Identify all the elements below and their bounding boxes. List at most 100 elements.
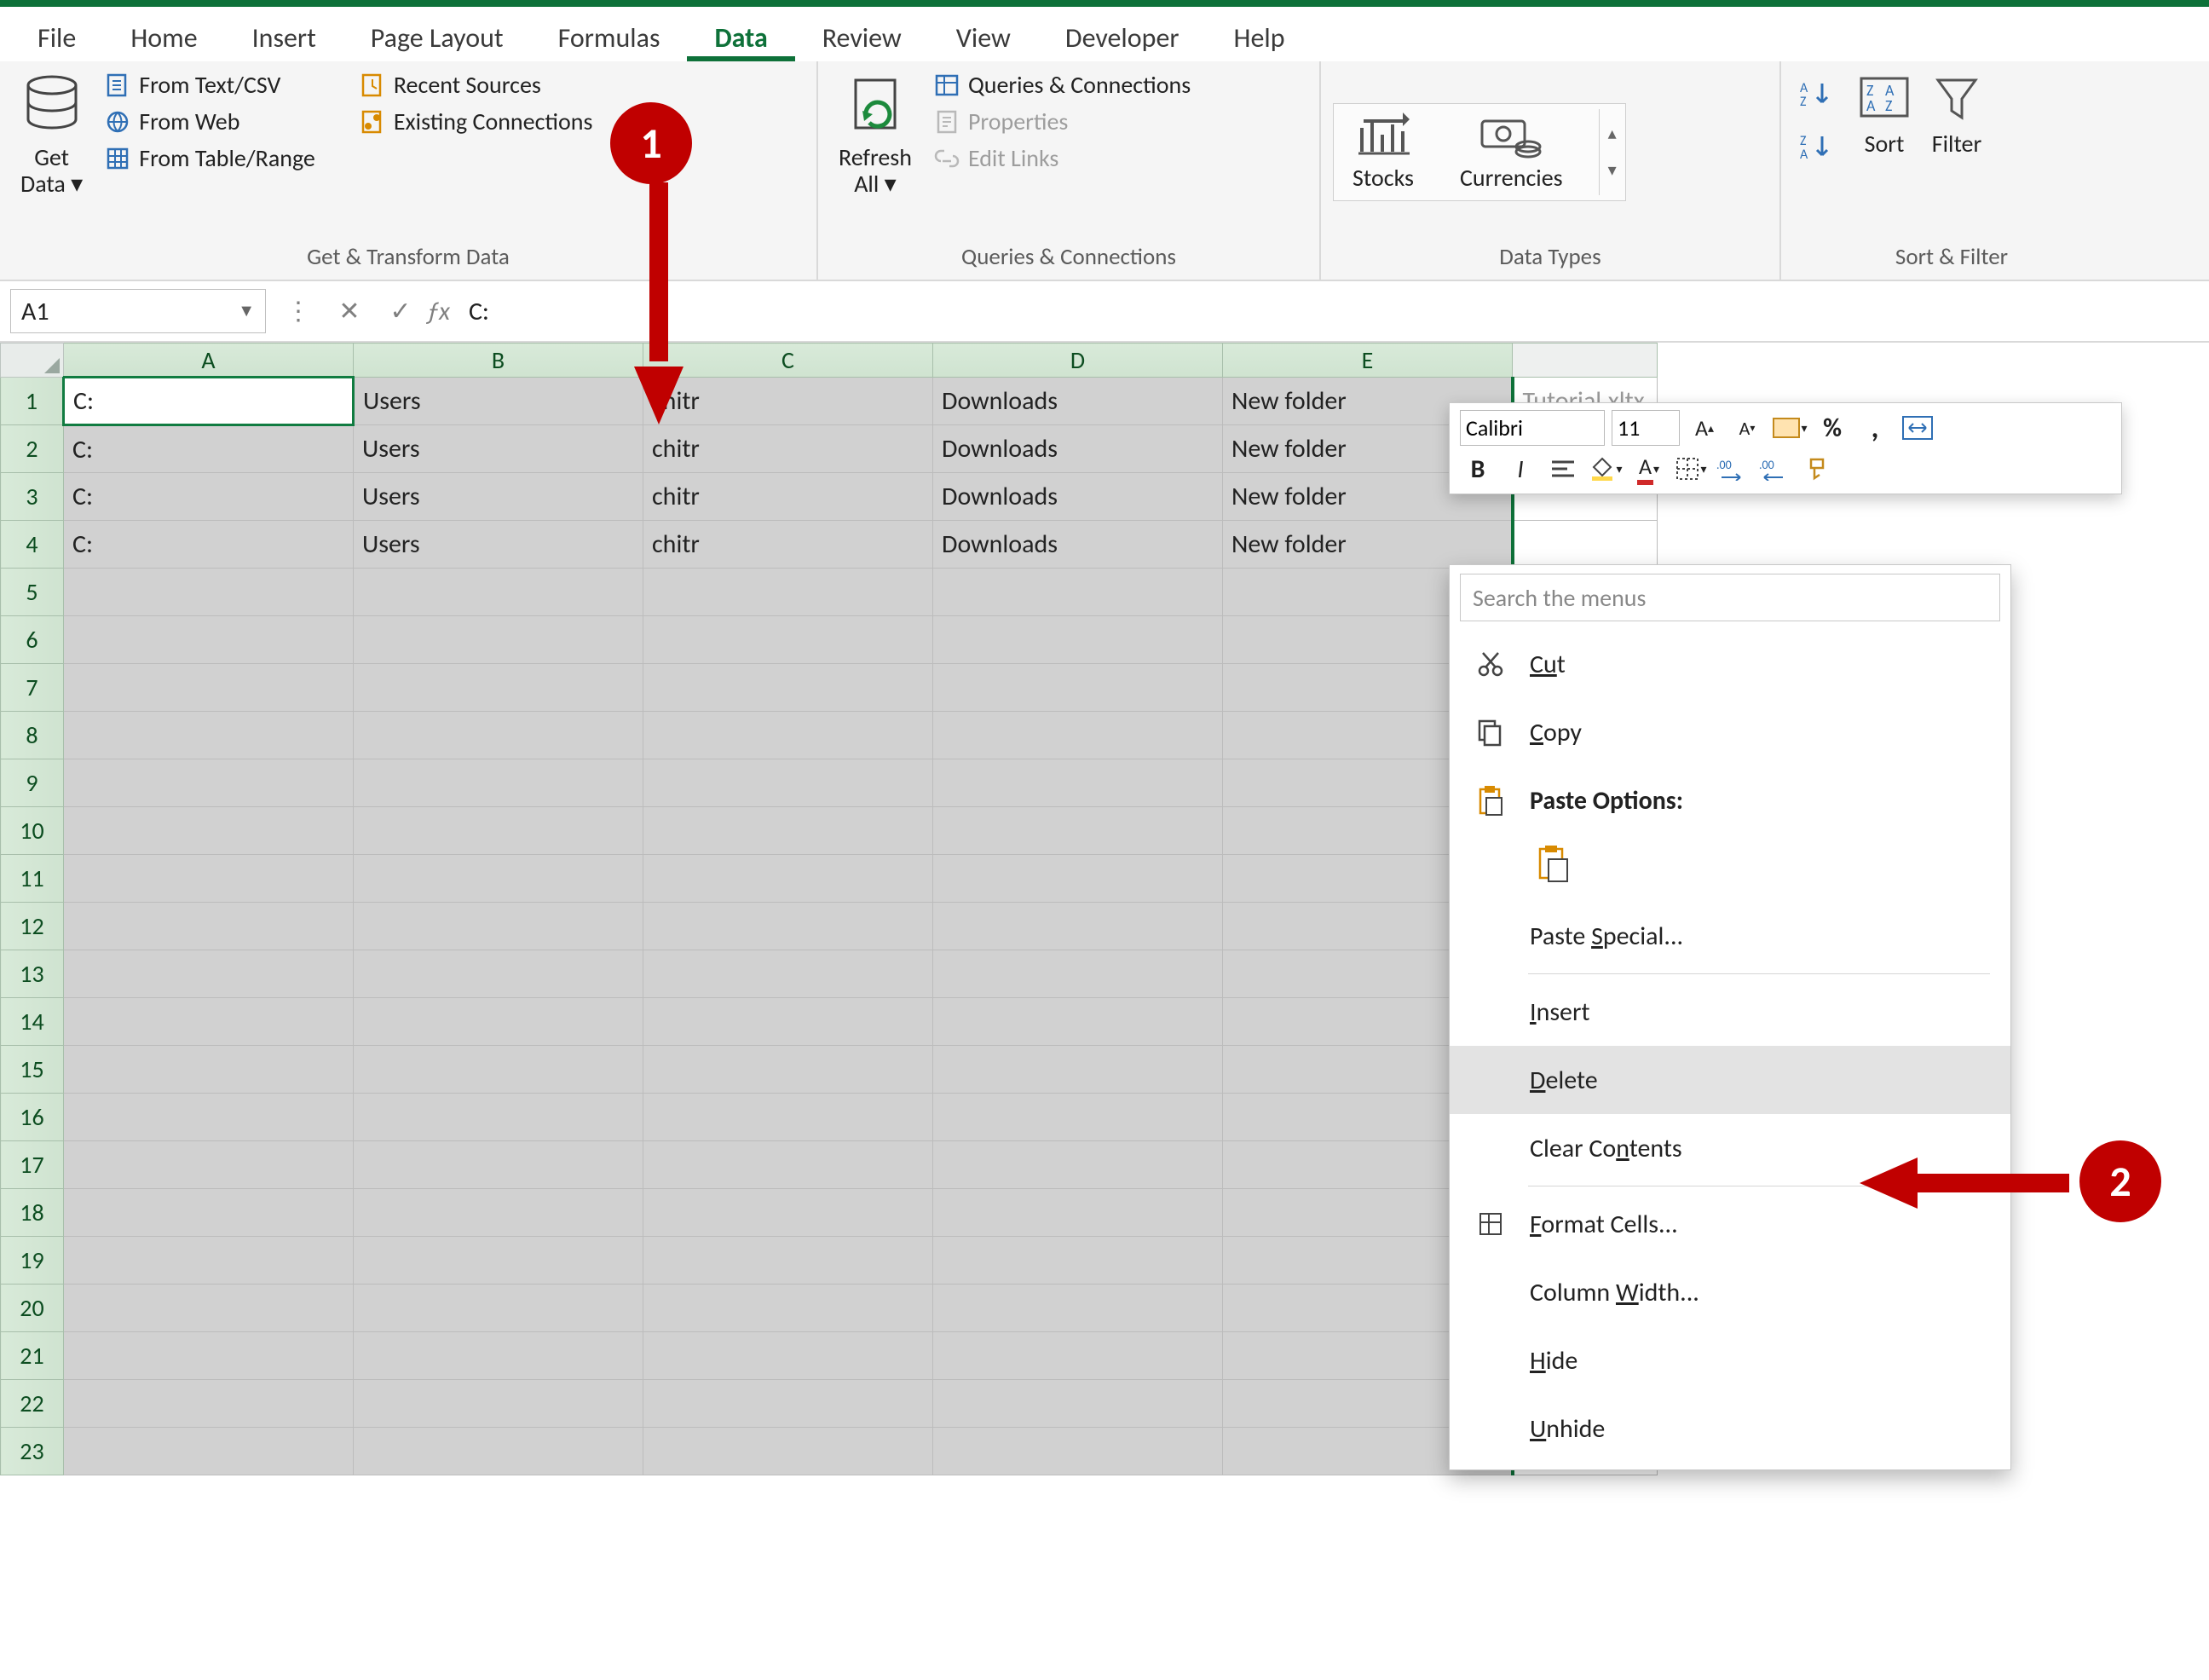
context-menu-search[interactable]: Search the menus: [1460, 574, 2000, 621]
from-table-range-button[interactable]: From Table/Range: [100, 140, 320, 176]
fx-icon[interactable]: ƒx: [426, 296, 462, 327]
cell-E4[interactable]: New folder: [1223, 521, 1513, 569]
cell-B16[interactable]: [354, 1094, 643, 1141]
sort-button[interactable]: ZAAZ Sort: [1846, 66, 1923, 163]
cell-B5[interactable]: [354, 569, 643, 616]
cell-D16[interactable]: [933, 1094, 1223, 1141]
cell-B3[interactable]: Users: [354, 473, 643, 521]
cell-B18[interactable]: [354, 1189, 643, 1237]
cell-C9[interactable]: [643, 759, 933, 807]
ctx-column-width[interactable]: Column Width...: [1450, 1258, 2010, 1326]
cell-D5[interactable]: [933, 569, 1223, 616]
row-header-10[interactable]: 10: [1, 807, 64, 855]
row-header-6[interactable]: 6: [1, 616, 64, 664]
ctx-paste-special[interactable]: Paste Special...: [1450, 902, 2010, 970]
sort-asc-button[interactable]: AZ: [1793, 75, 1846, 113]
cell-A11[interactable]: [64, 855, 354, 903]
column-header-A[interactable]: A: [64, 344, 354, 378]
cell-B2[interactable]: Users: [354, 425, 643, 473]
tab-insert[interactable]: Insert: [225, 13, 343, 61]
fill-color-icon[interactable]: ▾: [1588, 451, 1624, 487]
cell-B14[interactable]: [354, 998, 643, 1046]
cell-B1[interactable]: Users: [354, 378, 643, 425]
cell-C18[interactable]: [643, 1189, 933, 1237]
cell-A5[interactable]: [64, 569, 354, 616]
datatype-scroll-down-icon[interactable]: ▾: [1608, 159, 1617, 181]
cell-D18[interactable]: [933, 1189, 1223, 1237]
cell-C16[interactable]: [643, 1094, 933, 1141]
cell-D15[interactable]: [933, 1046, 1223, 1094]
cell-C20[interactable]: [643, 1285, 933, 1332]
cell-A1[interactable]: C:: [64, 378, 354, 425]
cell-D3[interactable]: Downloads: [933, 473, 1223, 521]
cell-B21[interactable]: [354, 1332, 643, 1380]
row-header-21[interactable]: 21: [1, 1332, 64, 1380]
paste-default-icon[interactable]: [1530, 840, 1577, 887]
percent-icon[interactable]: %: [1814, 410, 1850, 446]
stocks-button[interactable]: Stocks: [1342, 109, 1424, 195]
currencies-button[interactable]: Currencies: [1450, 109, 1573, 195]
cell-C12[interactable]: [643, 903, 933, 950]
cell-A12[interactable]: [64, 903, 354, 950]
cell-D7[interactable]: [933, 664, 1223, 712]
cell-C2[interactable]: chitr: [643, 425, 933, 473]
row-header-19[interactable]: 19: [1, 1237, 64, 1285]
cell-D23[interactable]: [933, 1428, 1223, 1475]
enter-icon[interactable]: ✓: [375, 289, 426, 333]
tab-review[interactable]: Review: [795, 13, 929, 61]
cell-A16[interactable]: [64, 1094, 354, 1141]
cell-C7[interactable]: [643, 664, 933, 712]
ctx-copy[interactable]: Copy: [1450, 698, 2010, 766]
cell-A20[interactable]: [64, 1285, 354, 1332]
font-size-select[interactable]: [1612, 410, 1680, 446]
row-header-4[interactable]: 4: [1, 521, 64, 569]
cell-D12[interactable]: [933, 903, 1223, 950]
cell-B11[interactable]: [354, 855, 643, 903]
cell-C19[interactable]: [643, 1237, 933, 1285]
cell-A21[interactable]: [64, 1332, 354, 1380]
cell-D21[interactable]: [933, 1332, 1223, 1380]
chevron-down-icon[interactable]: ▼: [238, 301, 255, 321]
ctx-unhide[interactable]: Unhide: [1450, 1394, 2010, 1463]
tab-developer[interactable]: Developer: [1038, 13, 1207, 61]
increase-decimal-icon[interactable]: .00: [1716, 451, 1751, 487]
cell-C3[interactable]: chitr: [643, 473, 933, 521]
font-color-icon[interactable]: A▾: [1630, 451, 1666, 487]
tab-file[interactable]: File: [10, 13, 103, 61]
borders-icon[interactable]: ▾: [1673, 451, 1709, 487]
cell-A14[interactable]: [64, 998, 354, 1046]
cell-styles-icon[interactable]: ▾: [1772, 410, 1808, 446]
cell-C15[interactable]: [643, 1046, 933, 1094]
italic-icon[interactable]: I: [1502, 451, 1538, 487]
row-header-11[interactable]: 11: [1, 855, 64, 903]
select-all-corner[interactable]: [1, 344, 64, 378]
cell-D2[interactable]: Downloads: [933, 425, 1223, 473]
cancel-icon[interactable]: ✕: [324, 289, 375, 333]
cell-A9[interactable]: [64, 759, 354, 807]
cell-A7[interactable]: [64, 664, 354, 712]
row-header-18[interactable]: 18: [1, 1189, 64, 1237]
cell-C23[interactable]: [643, 1428, 933, 1475]
tab-home[interactable]: Home: [103, 13, 224, 61]
cell-B15[interactable]: [354, 1046, 643, 1094]
bold-icon[interactable]: B: [1460, 451, 1496, 487]
row-header-17[interactable]: 17: [1, 1141, 64, 1189]
cell-D6[interactable]: [933, 616, 1223, 664]
cell-A4[interactable]: C:: [64, 521, 354, 569]
datatype-scroll-up-icon[interactable]: ▴: [1608, 123, 1617, 144]
cell-B8[interactable]: [354, 712, 643, 759]
column-header-f[interactable]: [1513, 344, 1658, 378]
cell-D11[interactable]: [933, 855, 1223, 903]
row-header-13[interactable]: 13: [1, 950, 64, 998]
format-painter-icon[interactable]: [1801, 451, 1837, 487]
tab-page-layout[interactable]: Page Layout: [343, 13, 531, 61]
cell-B4[interactable]: Users: [354, 521, 643, 569]
cell-C21[interactable]: [643, 1332, 933, 1380]
row-header-23[interactable]: 23: [1, 1428, 64, 1475]
cell-C6[interactable]: [643, 616, 933, 664]
align-icon[interactable]: [1545, 451, 1581, 487]
cell-A6[interactable]: [64, 616, 354, 664]
row-header-14[interactable]: 14: [1, 998, 64, 1046]
cell-B12[interactable]: [354, 903, 643, 950]
cell-B7[interactable]: [354, 664, 643, 712]
